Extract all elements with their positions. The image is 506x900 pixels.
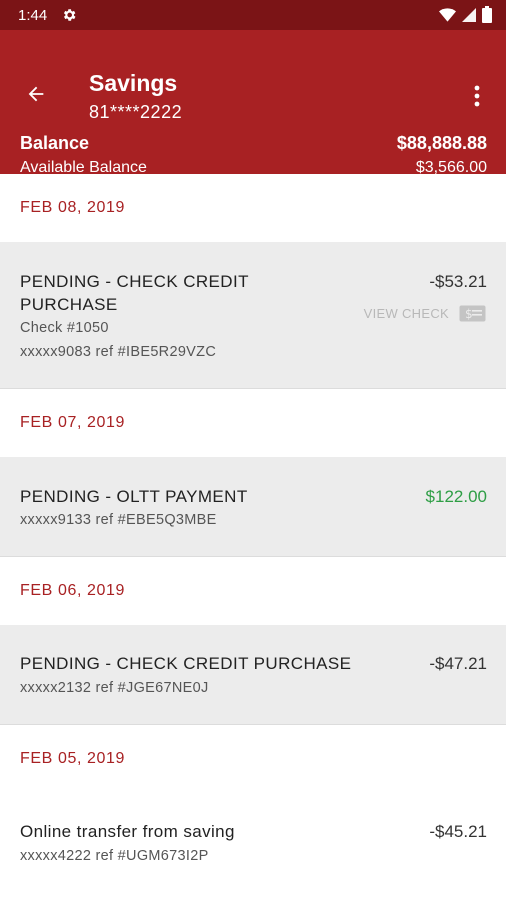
date-header: FEB 07, 2019 [0,389,506,457]
transaction-amount: -$47.21 [429,654,487,673]
transaction-row[interactable]: PENDING - OLTT PAYMENT xxxxx9133 ref #EB… [0,457,506,557]
available-balance-label: Available Balance [20,159,147,176]
transaction-description: PENDING - CHECK CREDIT PURCHASE [20,270,249,316]
status-time: 1:44 [18,6,48,24]
check-image-icon: $ [459,305,486,322]
transaction-ref: xxxxx4222 ref #UGM673I2P [20,848,209,864]
arrow-left-icon [28,86,44,102]
account-number: 81****2222 [89,102,183,122]
settings-gear-icon [61,7,77,23]
transaction-list: FEB 08, 2019 PENDING - CHECK CREDIT PURC… [0,174,506,893]
view-check-button[interactable]: VIEW CHECK $ [364,305,486,322]
account-header: Savings 81****2222 Balance $88,888.88 Av… [0,30,506,176]
more-vert-icon [474,85,480,107]
svg-text:$: $ [465,307,473,321]
balance-value: $88,888.88 [396,133,487,153]
battery-icon [482,6,492,28]
more-options-button[interactable] [462,78,492,114]
transaction-ref: xxxxx2132 ref #JGE67NE0J [20,680,209,696]
transaction-description: PENDING - CHECK CREDIT PURCHASE [20,654,352,673]
date-header: FEB 05, 2019 [0,725,506,793]
available-balance-value: $3,566.00 [415,159,487,176]
transaction-description-line2: PURCHASE [20,295,118,314]
check-number: Check #1050 [20,320,109,336]
status-bar: 1:44 [0,0,506,30]
transaction-amount: -$53.21 [429,272,487,291]
cellular-signal-icon [462,7,476,27]
transaction-description-line1: PENDING - CHECK CREDIT [20,272,249,291]
transaction-ref: xxxxx9133 ref #EBE5Q3MBE [20,512,217,528]
transaction-row[interactable]: PENDING - CHECK CREDIT PURCHASE xxxxx213… [0,625,506,725]
transaction-ref: xxxxx9083 ref #IBE5R29VZC [20,344,217,360]
balance-label: Balance [20,133,90,153]
transaction-description: PENDING - OLTT PAYMENT [20,487,248,506]
transaction-row[interactable]: Online transfer from saving xxxxx4222 re… [0,793,506,893]
view-check-label: VIEW CHECK [363,306,449,321]
back-button[interactable] [18,76,54,112]
page-title: Savings [89,70,178,96]
transaction-amount: -$45.21 [429,822,487,841]
transaction-description: Online transfer from saving [20,822,235,841]
date-header: FEB 06, 2019 [0,557,506,625]
wifi-icon [439,7,456,27]
date-header: FEB 08, 2019 [0,174,506,242]
transaction-row[interactable]: PENDING - CHECK CREDIT PURCHASE Check #1… [0,242,506,389]
transaction-amount: $122.00 [425,487,487,506]
